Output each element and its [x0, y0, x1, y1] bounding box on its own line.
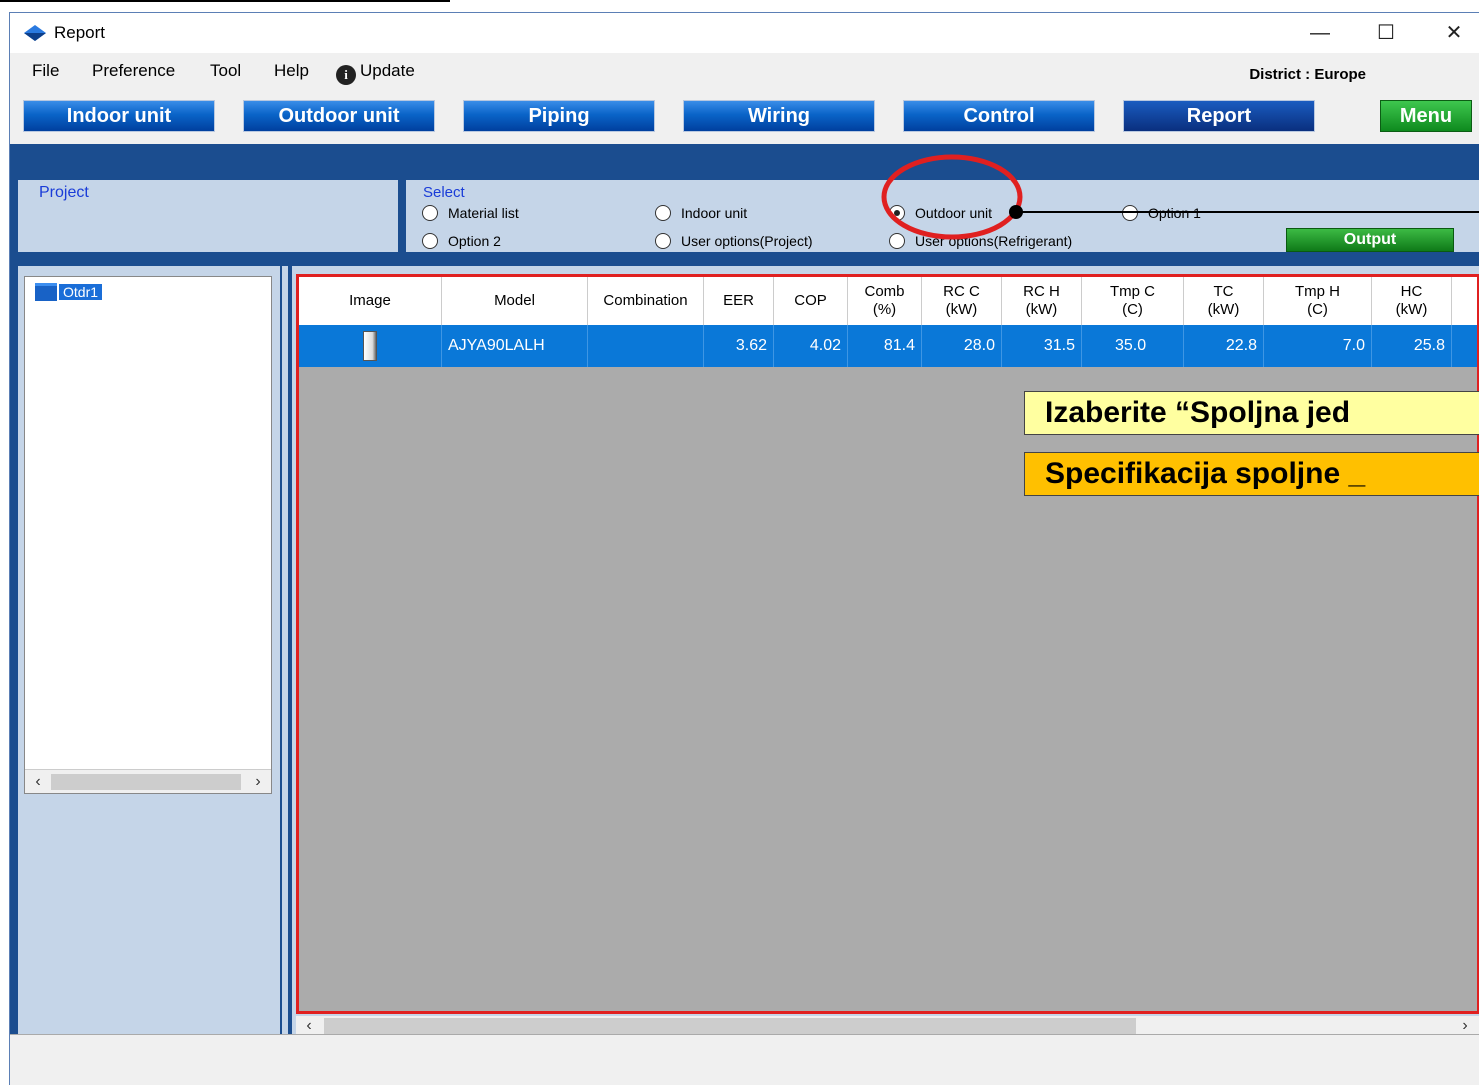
column-header[interactable]: Comb (%) [848, 277, 922, 325]
radio-dot [655, 233, 671, 249]
output-button[interactable]: Output [1286, 228, 1454, 252]
title-bar: Report — ☐ ✕ [10, 13, 1479, 53]
close-button[interactable]: ✕ [1434, 19, 1474, 47]
status-bar [10, 1034, 1479, 1085]
project-panel: Project [18, 180, 398, 252]
select-panel: Select Material list Indoor unit Outdoor… [406, 180, 1479, 252]
menu-update[interactable]: i Update [336, 61, 415, 85]
menu-file[interactable]: File [32, 61, 59, 81]
radio-dot [655, 205, 671, 221]
column-header[interactable]: RC C (kW) [922, 277, 1002, 325]
radio-indoor-unit[interactable]: Indoor unit [655, 205, 747, 221]
cell-model: AJYA90LALH [442, 325, 588, 367]
cell-combination [588, 325, 704, 367]
maximize-button[interactable]: ☐ [1366, 19, 1406, 47]
column-header[interactable]: Combination [588, 277, 704, 325]
tree-item-otdr1[interactable]: Otdr1 [35, 283, 103, 301]
radio-outdoor-unit[interactable]: Outdoor unit [889, 205, 992, 221]
table-horizontal-scrollbar[interactable]: ‹ › [296, 1016, 1479, 1036]
column-header[interactable]: Tmp C (C) [1082, 277, 1184, 325]
column-header[interactable]: TC (kW) [1184, 277, 1264, 325]
outdoor-unit-table: Image Model Combination EER COP Comb (%)… [296, 274, 1479, 1014]
select-label: Select [423, 184, 465, 201]
cell-cop: 4.02 [774, 325, 848, 367]
project-tree: Otdr1 ‹ › [24, 276, 272, 794]
main-content: Project Select Material list Indoor unit… [10, 174, 1479, 1036]
table-header: Image Model Combination EER COP Comb (%)… [299, 277, 1477, 325]
scroll-left-arrow[interactable]: ‹ [27, 770, 49, 794]
instruction-callout-spec: Specifikacija spoljne _ [1024, 452, 1479, 496]
outdoor-unit-icon [363, 331, 377, 361]
radio-label: Material list [448, 205, 519, 221]
minimize-button[interactable]: — [1300, 19, 1340, 47]
radio-label: User options(Refrigerant) [915, 233, 1073, 249]
cell-image [299, 325, 442, 367]
menu-help[interactable]: Help [274, 61, 309, 81]
tree-horizontal-scrollbar[interactable]: ‹ › [25, 769, 271, 793]
radio-label: Option 1 [1148, 205, 1201, 221]
nav-control-button[interactable]: Control [903, 100, 1095, 132]
column-header[interactable]: Tmp H (C) [1264, 277, 1372, 325]
radio-material-list[interactable]: Material list [422, 205, 519, 221]
cell-comb: 81.4 [848, 325, 922, 367]
radio-user-options-refrigerant[interactable]: User options(Refrigerant) [889, 233, 1072, 249]
column-header-overflow[interactable] [1452, 277, 1477, 325]
column-header[interactable]: HC (kW) [1372, 277, 1452, 325]
cell-tc: 22.8 [1184, 325, 1264, 367]
radio-dot [422, 233, 438, 249]
cell-rc-h: 31.5 [1002, 325, 1082, 367]
radio-option-1[interactable]: Option 1 [1122, 205, 1201, 221]
scroll-thumb[interactable] [324, 1018, 1136, 1034]
cell-tmp-h: 7.0 [1264, 325, 1372, 367]
radio-dot [422, 205, 438, 221]
column-header[interactable]: Image [299, 277, 442, 325]
nav-outdoor-unit-button[interactable]: Outdoor unit [243, 100, 435, 132]
column-header[interactable]: RC H (kW) [1002, 277, 1082, 325]
radio-label: Indoor unit [681, 205, 748, 221]
panel-splitter[interactable] [282, 266, 288, 1036]
nav-indoor-unit-button[interactable]: Indoor unit [23, 100, 215, 132]
folder-icon [35, 283, 57, 301]
menu-preference[interactable]: Preference [92, 61, 175, 81]
column-header[interactable]: Model [442, 277, 588, 325]
menu-update-label: Update [360, 61, 415, 80]
report-table-panel: Image Model Combination EER COP Comb (%)… [292, 266, 1479, 1036]
menu-tool[interactable]: Tool [210, 61, 241, 81]
district-label: District : Europe [1249, 66, 1366, 83]
radio-label: User options(Project) [681, 233, 813, 249]
nav-report-button[interactable]: Report [1123, 100, 1315, 132]
window-title: Report [54, 23, 106, 42]
column-header[interactable]: COP [774, 277, 848, 325]
scroll-right-arrow[interactable]: › [247, 770, 269, 794]
cell-tmp-c: 35.0 [1082, 325, 1184, 367]
header-divider [10, 144, 1479, 174]
menu-button[interactable]: Menu [1380, 100, 1472, 132]
scroll-thumb[interactable] [51, 774, 241, 790]
scroll-left-arrow[interactable]: ‹ [298, 1016, 320, 1036]
cell-eer: 3.62 [704, 325, 774, 367]
cell-rc-c: 28.0 [922, 325, 1002, 367]
project-label: Project [39, 184, 89, 201]
radio-user-options-project[interactable]: User options(Project) [655, 233, 813, 249]
cell-overflow [1452, 325, 1477, 367]
radio-label: Option 2 [448, 233, 501, 249]
column-header[interactable]: EER [704, 277, 774, 325]
radio-dot [1122, 205, 1138, 221]
radio-dot-selected [889, 205, 905, 221]
nav-piping-button[interactable]: Piping [463, 100, 655, 132]
top-border-line [0, 0, 450, 2]
radio-label: Outdoor unit [915, 205, 993, 221]
radio-option-2[interactable]: Option 2 [422, 233, 501, 249]
radio-dot [889, 233, 905, 249]
cell-hc: 25.8 [1372, 325, 1452, 367]
report-window: Report — ☐ ✕ File Preference Tool Help i… [9, 12, 1479, 1085]
scroll-right-arrow[interactable]: › [1454, 1016, 1476, 1036]
project-tree-panel: Otdr1 ‹ › [18, 266, 280, 1036]
app-icon [24, 25, 46, 41]
tree-item-label: Otdr1 [59, 284, 103, 300]
table-row[interactable]: AJYA90LALH 3.62 4.02 81.4 28.0 31.5 35.0… [299, 325, 1477, 367]
info-icon: i [336, 65, 356, 85]
instruction-callout-select: Izaberite “Spoljna jed [1024, 391, 1479, 435]
nav-wiring-button[interactable]: Wiring [683, 100, 875, 132]
